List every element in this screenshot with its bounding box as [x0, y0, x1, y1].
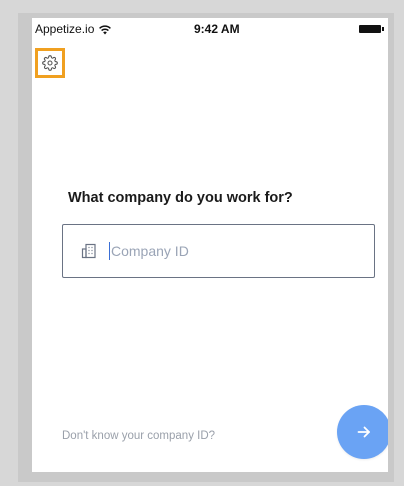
company-id-help-link[interactable]: Don't know your company ID? — [62, 430, 215, 442]
carrier-label: Appetize.io — [35, 22, 95, 36]
arrow-right-icon — [357, 426, 370, 438]
company-id-field[interactable] — [62, 224, 375, 278]
gear-icon — [42, 55, 58, 71]
wifi-icon — [99, 24, 112, 34]
building-icon — [81, 243, 96, 259]
next-button[interactable] — [337, 405, 388, 459]
status-bar: Appetize.io 9:42 AM — [32, 18, 388, 40]
settings-button[interactable] — [35, 48, 65, 78]
carrier-group: Appetize.io — [35, 22, 112, 36]
company-id-input[interactable] — [109, 242, 331, 260]
battery-full-icon — [359, 25, 384, 33]
status-time: 9:42 AM — [194, 22, 240, 36]
app-screen: Appetize.io 9:42 AM What company do you … — [32, 18, 388, 472]
page-title: What company do you work for? — [68, 190, 293, 206]
